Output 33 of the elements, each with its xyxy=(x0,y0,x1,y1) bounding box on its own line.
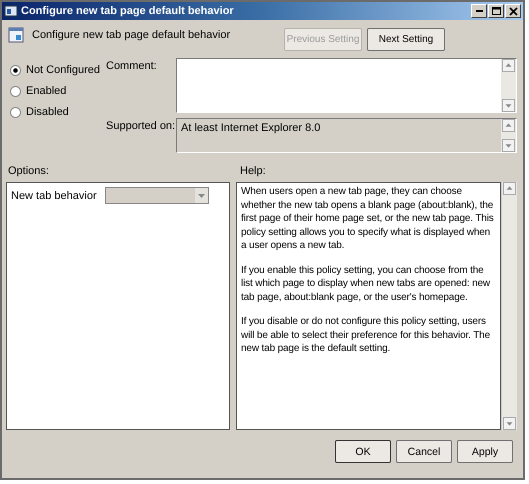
minimize-icon xyxy=(476,10,482,12)
cancel-button[interactable]: Cancel xyxy=(396,440,452,463)
minimize-button[interactable] xyxy=(471,4,487,18)
help-paragraph: If you disable or do not configure this policy setting, users will be able to select their preference for this behavior. The new tab page is the default setting. xyxy=(241,315,491,356)
scroll-down-icon[interactable] xyxy=(503,417,516,430)
maximize-icon xyxy=(492,7,500,15)
options-label: Options: xyxy=(7,165,50,177)
state-radio[interactable]: Not Configured xyxy=(10,62,106,78)
state-radio[interactable]: Enabled xyxy=(10,83,106,99)
state-radio[interactable]: Disabled xyxy=(10,104,106,120)
close-icon xyxy=(508,6,518,16)
ok-button[interactable]: OK xyxy=(335,440,391,463)
supported-on-value: At least Internet Explorer 8.0 xyxy=(181,122,320,134)
maximize-button[interactable] xyxy=(488,4,504,18)
help-label: Help: xyxy=(240,165,266,177)
supported-on-label: Supported on: xyxy=(106,119,176,134)
apply-button[interactable]: Apply xyxy=(457,440,513,463)
window-title: Configure new tab page default behavior xyxy=(21,5,235,17)
help-paragraph: When users open a new tab page, they can choose whether the new tab opens a blank page (about:blank), the first page of their home page set, or the new tab page. This policy setting allows you to specify what is displayed when a user opens a new tab. xyxy=(241,185,495,252)
next-setting-button[interactable]: Next Setting xyxy=(367,28,445,51)
close-button[interactable] xyxy=(505,4,521,18)
scroll-up-icon[interactable] xyxy=(502,119,515,132)
scroll-up-icon[interactable] xyxy=(503,182,516,195)
policy-icon xyxy=(4,4,18,18)
comment-field[interactable] xyxy=(176,58,517,113)
option-label: New tab behavior xyxy=(11,190,97,202)
scroll-down-icon[interactable] xyxy=(502,99,515,112)
comment-label: Comment: xyxy=(106,59,158,74)
help-paragraph: If you enable this policy setting, you can choose from the list which page to display when new tabs are opened: new tab page, about:blank page, or the user's homepage. xyxy=(241,264,491,304)
scroll-down-icon[interactable] xyxy=(502,139,515,152)
scroll-up-icon[interactable] xyxy=(502,59,515,72)
policy-title: Configure new tab page default behavior xyxy=(32,29,230,41)
settings-page-icon xyxy=(8,27,24,43)
